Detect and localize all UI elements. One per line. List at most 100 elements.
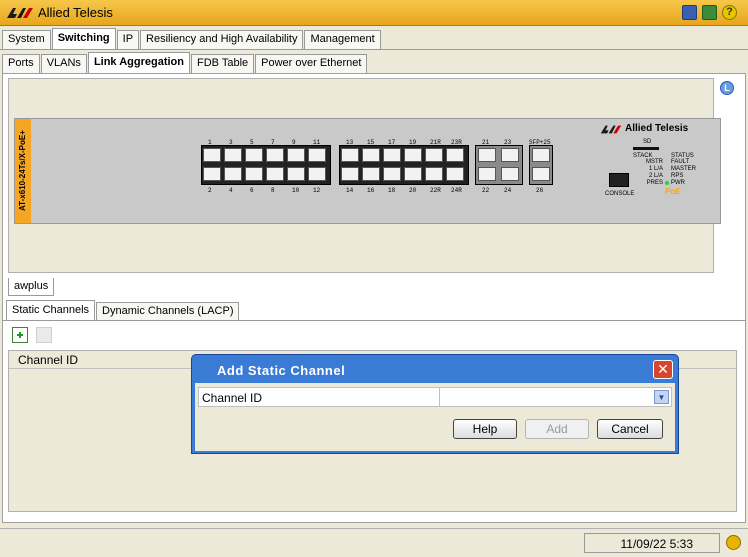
delete-channel-icon[interactable] xyxy=(36,327,52,343)
help-button[interactable]: Help xyxy=(453,419,517,439)
port-number: 19 xyxy=(409,139,417,146)
port-number: 20 xyxy=(409,187,417,194)
device-tab-awplus[interactable]: awplus xyxy=(8,278,54,296)
port-number: 8 xyxy=(271,187,275,194)
tab-static-channels[interactable]: Static Channels xyxy=(6,300,96,321)
tab-fdb-table[interactable]: FDB Table xyxy=(190,54,255,73)
add-static-channel-dialog: Add Static Channel ✕ Channel ID ▼ Help A… xyxy=(191,354,679,454)
ethernet-port[interactable] xyxy=(287,148,305,162)
chevron-down-icon[interactable]: ▼ xyxy=(654,390,669,404)
sfp-port-label: 23 xyxy=(504,139,512,146)
allied-telesis-logo-icon xyxy=(7,8,33,18)
led-label: FAULT xyxy=(671,159,690,165)
led-labels-left: MSTR 1 L/A 2 L/A PRES xyxy=(633,159,663,187)
tab-ip[interactable]: IP xyxy=(116,30,140,49)
port-number: 1 xyxy=(208,139,212,146)
ethernet-port[interactable] xyxy=(404,167,422,181)
add-channel-icon[interactable] xyxy=(12,327,28,343)
network-icon[interactable] xyxy=(702,5,717,20)
channel-id-label: Channel ID xyxy=(202,391,263,405)
channel-id-select[interactable]: ▼ xyxy=(439,388,671,406)
led-label: PRES xyxy=(646,180,663,186)
port-number: 3 xyxy=(229,139,233,146)
port-number: 12 xyxy=(313,187,321,194)
dialog-body: Channel ID ▼ Help Add Cancel xyxy=(195,383,675,451)
info-icon[interactable]: L xyxy=(720,81,734,95)
port-number: 7 xyxy=(271,139,275,146)
ethernet-port[interactable] xyxy=(287,167,305,181)
sfp-port-23[interactable] xyxy=(501,148,519,162)
sfp-port-label: 22 xyxy=(482,187,490,194)
led-label: PWR xyxy=(671,180,685,186)
sfp-port-21[interactable] xyxy=(478,148,496,162)
model-label-strip: AT-x610-24Ts/X-PoE+ xyxy=(15,119,31,223)
ethernet-port[interactable] xyxy=(245,167,263,181)
ethernet-port[interactable] xyxy=(308,167,326,181)
ethernet-port[interactable] xyxy=(404,148,422,162)
ethernet-port[interactable] xyxy=(308,148,326,162)
ethernet-port[interactable] xyxy=(362,167,380,181)
port-number: 2 xyxy=(208,187,212,194)
tab-vlans[interactable]: VLANs xyxy=(40,54,87,73)
tab-system[interactable]: System xyxy=(2,30,51,49)
tab-resiliency[interactable]: Resiliency and High Availability xyxy=(140,30,304,49)
ethernet-port[interactable] xyxy=(203,167,221,181)
add-button[interactable]: Add xyxy=(525,419,589,439)
port-number: 22R xyxy=(430,187,441,194)
tab-link-aggregation[interactable]: Link Aggregation xyxy=(87,52,190,73)
led-label: 1 L/A xyxy=(648,166,663,172)
sfp-port-24[interactable] xyxy=(501,167,519,181)
sfpplus-port-label: SFP+25 xyxy=(529,139,551,146)
port-number: 17 xyxy=(388,139,396,146)
port-number: 5 xyxy=(250,139,254,146)
ethernet-port[interactable] xyxy=(383,167,401,181)
tab-ports[interactable]: Ports xyxy=(2,54,40,73)
port-number: 18 xyxy=(388,187,396,194)
ethernet-port[interactable] xyxy=(245,148,263,162)
cancel-button[interactable]: Cancel xyxy=(597,419,663,439)
port-number: 6 xyxy=(250,187,254,194)
ethernet-port[interactable] xyxy=(341,148,359,162)
save-icon[interactable] xyxy=(682,5,697,20)
ethernet-port[interactable] xyxy=(341,167,359,181)
ethernet-port[interactable] xyxy=(266,167,284,181)
ethernet-port[interactable] xyxy=(383,148,401,162)
port-number: 23R xyxy=(451,139,462,146)
port-number: 15 xyxy=(367,139,375,146)
column-header-channel-id[interactable]: Channel ID xyxy=(18,353,78,367)
port-number: 24R xyxy=(451,187,462,194)
ethernet-port[interactable] xyxy=(266,148,284,162)
brand-name: Allied Telesis xyxy=(625,123,689,134)
ethernet-port[interactable] xyxy=(362,148,380,162)
sfpplus-port-25[interactable] xyxy=(532,148,550,162)
pwr-led xyxy=(665,181,669,185)
brand-logo-icon xyxy=(600,125,622,134)
status-datetime: 11/09/22 5:33 xyxy=(620,537,693,551)
status-icon[interactable] xyxy=(726,535,741,550)
status-bar: 11/09/22 5:33 xyxy=(0,528,748,557)
ethernet-port[interactable] xyxy=(425,148,443,162)
tab-power-over-ethernet[interactable]: Power over Ethernet xyxy=(255,54,368,73)
dialog-title: Add Static Channel xyxy=(217,363,346,378)
console-port[interactable] xyxy=(609,173,629,187)
led-label: RPS xyxy=(671,173,684,179)
tab-switching[interactable]: Switching xyxy=(51,28,116,49)
port-number: 21R xyxy=(430,139,441,146)
ethernet-port[interactable] xyxy=(224,167,242,181)
sfpplus-port-26[interactable] xyxy=(532,167,550,181)
sfp-port-22[interactable] xyxy=(478,167,496,181)
ethernet-port[interactable] xyxy=(203,148,221,162)
sfp-port-label: 21 xyxy=(482,139,490,146)
port-number: 9 xyxy=(292,139,296,146)
ethernet-port[interactable] xyxy=(224,148,242,162)
ethernet-port[interactable] xyxy=(446,148,464,162)
help-icon[interactable]: ? xyxy=(722,5,737,20)
model-label: AT-x610-24Ts/X-PoE+ xyxy=(18,130,27,211)
tab-management[interactable]: Management xyxy=(304,30,381,49)
window-title: Allied Telesis xyxy=(38,5,113,20)
close-icon[interactable]: ✕ xyxy=(653,360,673,379)
sub-tabs: Ports VLANs Link Aggregation FDB Table P… xyxy=(2,52,368,74)
tab-dynamic-channels[interactable]: Dynamic Channels (LACP) xyxy=(96,302,240,321)
ethernet-port[interactable] xyxy=(446,167,464,181)
ethernet-port[interactable] xyxy=(425,167,443,181)
